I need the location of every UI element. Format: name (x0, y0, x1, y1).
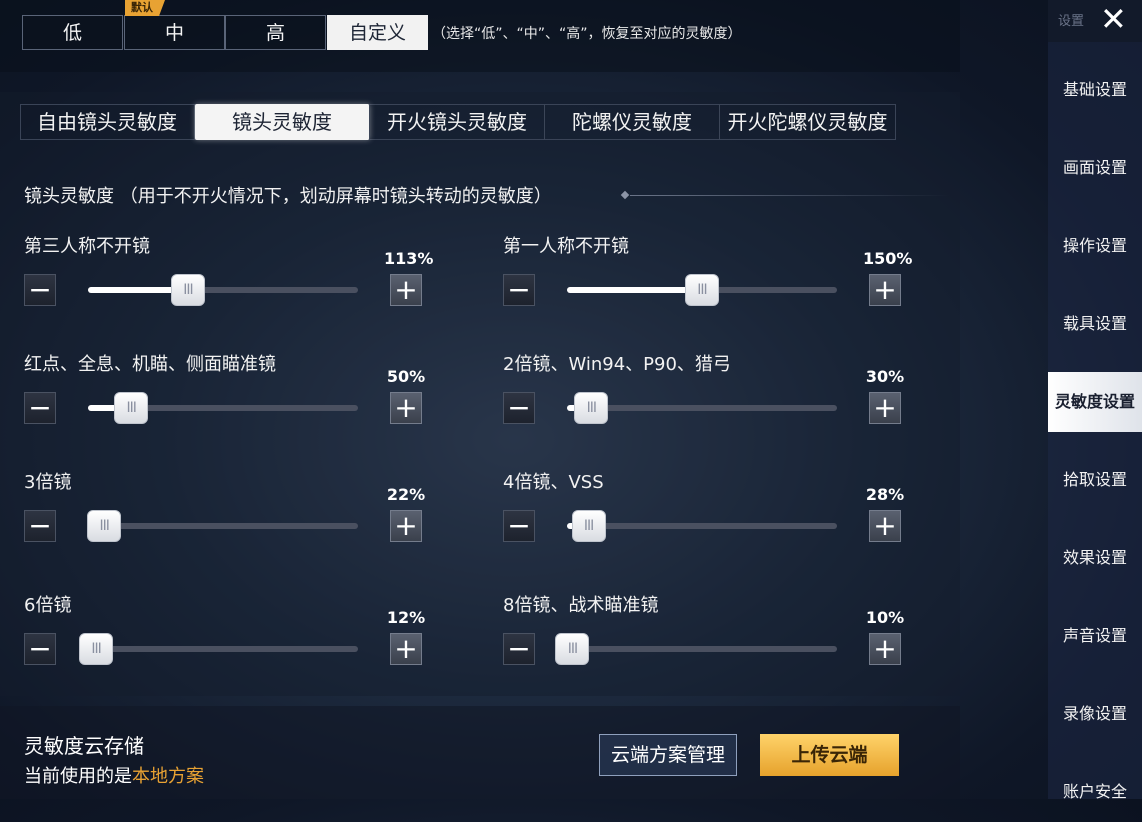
cloud-current-scheme: 当前使用的是本地方案 (24, 762, 204, 788)
decrease-button[interactable]: − (24, 392, 56, 424)
slider-handle[interactable]: III (571, 510, 606, 542)
slider-track[interactable] (567, 523, 837, 529)
slider-fill (567, 287, 702, 293)
slider-handle[interactable]: III (79, 633, 114, 665)
section-divider (630, 195, 950, 196)
tab-camera[interactable]: 镜头灵敏度 (195, 104, 370, 140)
preset-hint: （选择“低”、“中”、“高”，恢复至对应的灵敏度） (432, 26, 742, 42)
slider-label: 8倍镜、战术瞄准镜 (503, 595, 659, 616)
slider-percent: 22% (386, 485, 426, 504)
preset-high-button[interactable]: 高 (225, 15, 326, 50)
slider-handle[interactable]: III (114, 392, 149, 424)
section-title: 镜头灵敏度 （用于不开火情况下，划动屏幕时镜头转动的灵敏度） (24, 186, 552, 207)
slider-handle[interactable]: III (87, 510, 122, 542)
preset-custom-button[interactable]: 自定义 (327, 15, 428, 50)
increase-button[interactable]: + (390, 392, 422, 424)
sidebar-item[interactable]: 载具设置 (1048, 294, 1142, 354)
slider-label: 第三人称不开镜 (24, 236, 150, 257)
decrease-button[interactable]: − (24, 633, 56, 665)
sidebar-item[interactable]: 拾取设置 (1048, 450, 1142, 510)
increase-button[interactable]: + (390, 510, 422, 542)
decrease-button[interactable]: − (24, 510, 56, 542)
slider-track[interactable] (567, 646, 837, 652)
preset-medium-button[interactable]: 中 (124, 15, 225, 50)
cloud-title: 灵敏度云存储 (24, 734, 144, 758)
sidebar-item[interactable]: 声音设置 (1048, 606, 1142, 666)
slider-percent: 30% (865, 367, 905, 386)
slider-percent: 150% (863, 249, 913, 268)
increase-button[interactable]: + (390, 274, 422, 306)
increase-button[interactable]: + (869, 392, 901, 424)
sidebar-item[interactable]: 画面设置 (1048, 138, 1142, 198)
slider-percent: 50% (386, 367, 426, 386)
slider-track[interactable] (88, 646, 358, 652)
sidebar-item[interactable]: 效果设置 (1048, 528, 1142, 588)
slider-handle[interactable]: III (555, 633, 590, 665)
default-badge: 默认 (125, 0, 165, 16)
decrease-button[interactable]: − (503, 274, 535, 306)
slider-handle[interactable]: III (685, 274, 719, 306)
slider-handle[interactable]: III (170, 274, 205, 306)
increase-button[interactable]: + (869, 633, 901, 665)
increase-button[interactable]: + (869, 510, 901, 542)
slider-label: 2倍镜、Win94、P90、猎弓 (503, 354, 731, 375)
cloud-current-prefix: 当前使用的是 (24, 766, 132, 787)
slider-percent: 10% (865, 608, 905, 627)
tab-fire-camera[interactable]: 开火镜头灵敏度 (370, 104, 545, 140)
tab-gyroscope[interactable]: 陀螺仪灵敏度 (545, 104, 720, 140)
decrease-button[interactable]: − (503, 633, 535, 665)
increase-button[interactable]: + (390, 633, 422, 665)
increase-button[interactable]: + (869, 274, 901, 306)
sidebar-item[interactable]: 灵敏度设置 (1048, 372, 1142, 432)
cloud-upload-button[interactable]: 上传云端 (760, 734, 899, 776)
cloud-current-value: 本地方案 (132, 766, 204, 787)
slider-label: 第一人称不开镜 (503, 236, 629, 257)
decrease-button[interactable]: − (503, 392, 535, 424)
slider-label: 3倍镜 (24, 472, 72, 493)
decrease-button[interactable]: − (24, 274, 56, 306)
slider-handle[interactable]: III (574, 392, 609, 424)
slider-percent: 113% (384, 249, 434, 268)
sidebar-item[interactable]: 操作设置 (1048, 216, 1142, 276)
slider-label: 红点、全息、机瞄、侧面瞄准镜 (24, 354, 276, 375)
slider-label: 4倍镜、VSS (503, 472, 604, 493)
sidebar-item[interactable]: 录像设置 (1048, 684, 1142, 744)
slider-label: 6倍镜 (24, 595, 72, 616)
close-icon[interactable]: ✕ (1100, 2, 1127, 36)
cloud-manage-button[interactable]: 云端方案管理 (599, 734, 737, 776)
slider-track[interactable] (88, 523, 358, 529)
sidebar-header-label: 设置 (1058, 14, 1085, 29)
preset-low-button[interactable]: 低 (22, 15, 123, 50)
tab-fire-gyroscope[interactable]: 开火陀螺仪灵敏度 (720, 104, 895, 140)
slider-percent: 28% (865, 485, 905, 504)
slider-percent: 12% (386, 608, 426, 627)
decrease-button[interactable]: − (503, 510, 535, 542)
sidebar-item[interactable]: 基础设置 (1048, 60, 1142, 120)
tab-free-camera[interactable]: 自由镜头灵敏度 (20, 104, 195, 140)
sidebar-item[interactable]: 账户安全 (1048, 762, 1142, 822)
